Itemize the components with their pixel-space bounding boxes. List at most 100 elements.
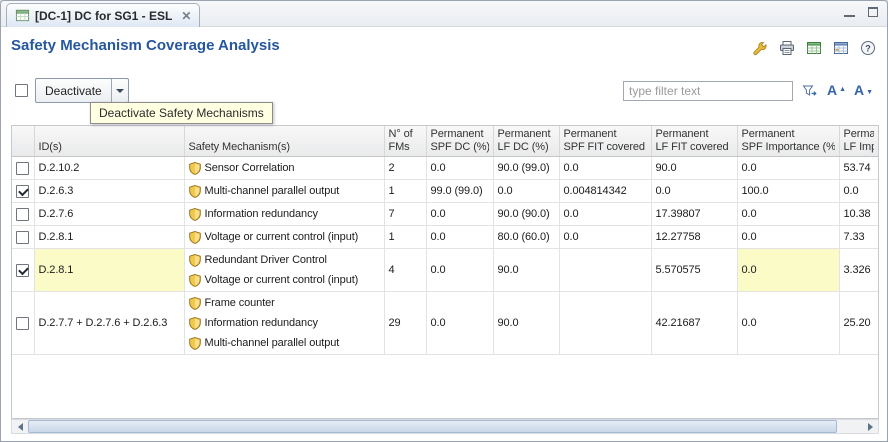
scrollbar-track[interactable]	[28, 420, 862, 433]
row-checkbox[interactable]	[16, 231, 29, 244]
col-header-lf-importance[interactable]: PermanentLF Importance (%)	[839, 126, 878, 157]
table-row[interactable]: D.2.6.3 Multi-channel parallel output 1 …	[12, 180, 878, 203]
cell-lf-importance: 25.20	[839, 292, 878, 355]
scroll-left-button[interactable]	[12, 420, 28, 433]
cell-fms: 1	[384, 180, 426, 203]
col-header-spf-importance[interactable]: PermanentSPF Importance (%)	[737, 126, 839, 157]
cell-spf-fit: 0.004814342	[559, 180, 651, 203]
row-checkbox[interactable]	[16, 317, 29, 330]
cell-lf-importance: 53.74	[839, 157, 878, 180]
decrease-font-icon[interactable]: A▼	[854, 83, 873, 99]
export-report-icon[interactable]	[832, 39, 850, 57]
page-title: Safety Mechanism Coverage Analysis	[11, 37, 280, 54]
cell-lf-dc: 0.0	[493, 180, 559, 203]
deactivate-dropdown[interactable]	[112, 79, 128, 102]
row-checkbox[interactable]	[16, 208, 29, 221]
deactivate-button-label: Deactivate	[36, 79, 111, 102]
col-header-spf-dc[interactable]: PermanentSPF DC (%)	[426, 126, 493, 157]
cell-spf-importance: 0.0	[737, 249, 839, 292]
filter-toolbar: A▲ A▼	[623, 81, 873, 101]
cell-fms: 1	[384, 226, 426, 249]
print-icon[interactable]	[778, 39, 796, 57]
arrow-left-icon	[18, 423, 23, 431]
cell-ids: D.2.8.1	[34, 249, 184, 292]
cell-lf-fit: 42.21687	[651, 292, 737, 355]
cell-lf-dc: 90.0 (90.0)	[493, 203, 559, 226]
cell-lf-fit: 90.0	[651, 157, 737, 180]
maximize-icon[interactable]	[868, 7, 878, 17]
row-checkbox[interactable]	[16, 185, 29, 198]
col-header-fms[interactable]: N° ofFMs	[384, 126, 426, 157]
cell-fms: 29	[384, 292, 426, 355]
col-header-checkbox	[12, 126, 34, 157]
shield-icon	[189, 317, 201, 330]
table-row[interactable]: D.2.7.7 + D.2.7.6 + D.2.6.3 Frame counte…	[12, 292, 878, 355]
cell-spf-dc: 0.0	[426, 292, 493, 355]
cell-spf-fit: 0.0	[559, 226, 651, 249]
cell-spf-fit	[559, 292, 651, 355]
mechanism-label: Voltage or current control (input)	[205, 274, 359, 286]
cell-lf-dc: 90.0	[493, 249, 559, 292]
coverage-table-container: ID(s) Safety Mechanism(s) N° ofFMs Perma…	[11, 125, 879, 419]
horizontal-scrollbar[interactable]	[11, 419, 879, 434]
cell-lf-importance: 0.0	[839, 180, 878, 203]
cell-spf-importance: 100.0	[737, 180, 839, 203]
col-header-mechanisms[interactable]: Safety Mechanism(s)	[184, 126, 384, 157]
table-row[interactable]: D.2.8.1 Voltage or current control (inpu…	[12, 226, 878, 249]
cell-lf-dc: 90.0	[493, 292, 559, 355]
mechanism-label: Redundant Driver Control	[205, 254, 327, 266]
cell-spf-fit: 0.0	[559, 203, 651, 226]
chevron-down-icon	[116, 89, 124, 93]
tools-icon[interactable]	[751, 39, 769, 57]
dc-table-icon	[15, 8, 30, 23]
cell-spf-fit: 0.0	[559, 157, 651, 180]
cell-lf-fit: 0.0	[651, 180, 737, 203]
cell-spf-importance: 0.0	[737, 203, 839, 226]
scrollbar-thumb[interactable]	[28, 420, 837, 433]
select-all-checkbox[interactable]	[15, 84, 28, 97]
mechanism-label: Sensor Correlation	[205, 162, 295, 174]
shield-icon	[189, 162, 201, 175]
scroll-right-button[interactable]	[862, 420, 878, 433]
table-row[interactable]: D.2.10.2 Sensor Correlation 2 0.0 90.0 (…	[12, 157, 878, 180]
cell-spf-importance: 0.0	[737, 292, 839, 355]
cell-mechanisms: Redundant Driver Control Voltage or curr…	[184, 249, 384, 292]
mechanism-label: Multi-channel parallel output	[205, 185, 340, 197]
cell-ids: D.2.6.3	[34, 180, 184, 203]
deactivate-button[interactable]: Deactivate	[35, 78, 129, 103]
col-header-lf-dc[interactable]: PermanentLF DC (%)	[493, 126, 559, 157]
col-header-spf-fit[interactable]: PermanentSPF FIT covered	[559, 126, 651, 157]
cell-lf-fit: 17.39807	[651, 203, 737, 226]
cell-spf-dc: 0.0	[426, 226, 493, 249]
cell-spf-dc: 0.0	[426, 203, 493, 226]
cell-ids: D.2.8.1	[34, 226, 184, 249]
col-header-ids[interactable]: ID(s)	[34, 126, 184, 157]
arrow-up-glyph: ▲	[839, 82, 846, 97]
editor-tab[interactable]: [DC-1] DC for SG1 - ESL ✕	[6, 3, 200, 27]
cell-mechanisms: Sensor Correlation	[184, 157, 384, 180]
export-table-icon[interactable]	[805, 39, 823, 57]
tooltip: Deactivate Safety Mechanisms	[90, 102, 273, 124]
shield-icon	[189, 274, 201, 287]
filter-icon[interactable]	[801, 82, 819, 100]
col-header-lf-fit[interactable]: PermanentLF FIT covered	[651, 126, 737, 157]
tab-close-icon[interactable]: ✕	[181, 10, 191, 22]
font-letter: A	[827, 82, 837, 98]
row-checkbox[interactable]	[16, 264, 29, 277]
cell-spf-importance: 0.0	[737, 157, 839, 180]
filter-input[interactable]	[623, 81, 793, 101]
cell-spf-fit	[559, 249, 651, 292]
cell-fms: 2	[384, 157, 426, 180]
mechanism-label: Information redundancy	[205, 208, 318, 220]
shield-icon	[189, 254, 201, 267]
cell-mechanisms: Frame counter Information redundancy Mul…	[184, 292, 384, 355]
editor-window: [DC-1] DC for SG1 - ESL ✕ Safety Mechani…	[0, 0, 888, 442]
row-checkbox[interactable]	[16, 162, 29, 175]
editor-tab-bar: [DC-1] DC for SG1 - ESL ✕	[1, 1, 887, 27]
minimize-icon[interactable]	[844, 8, 855, 17]
cell-lf-fit: 12.27758	[651, 226, 737, 249]
increase-font-icon[interactable]: A▲	[827, 83, 846, 99]
table-row[interactable]: D.2.8.1 Redundant Driver Control Voltage…	[12, 249, 878, 292]
table-row[interactable]: D.2.7.6 Information redundancy 7 0.0 90.…	[12, 203, 878, 226]
help-icon[interactable]: ?	[859, 39, 877, 57]
